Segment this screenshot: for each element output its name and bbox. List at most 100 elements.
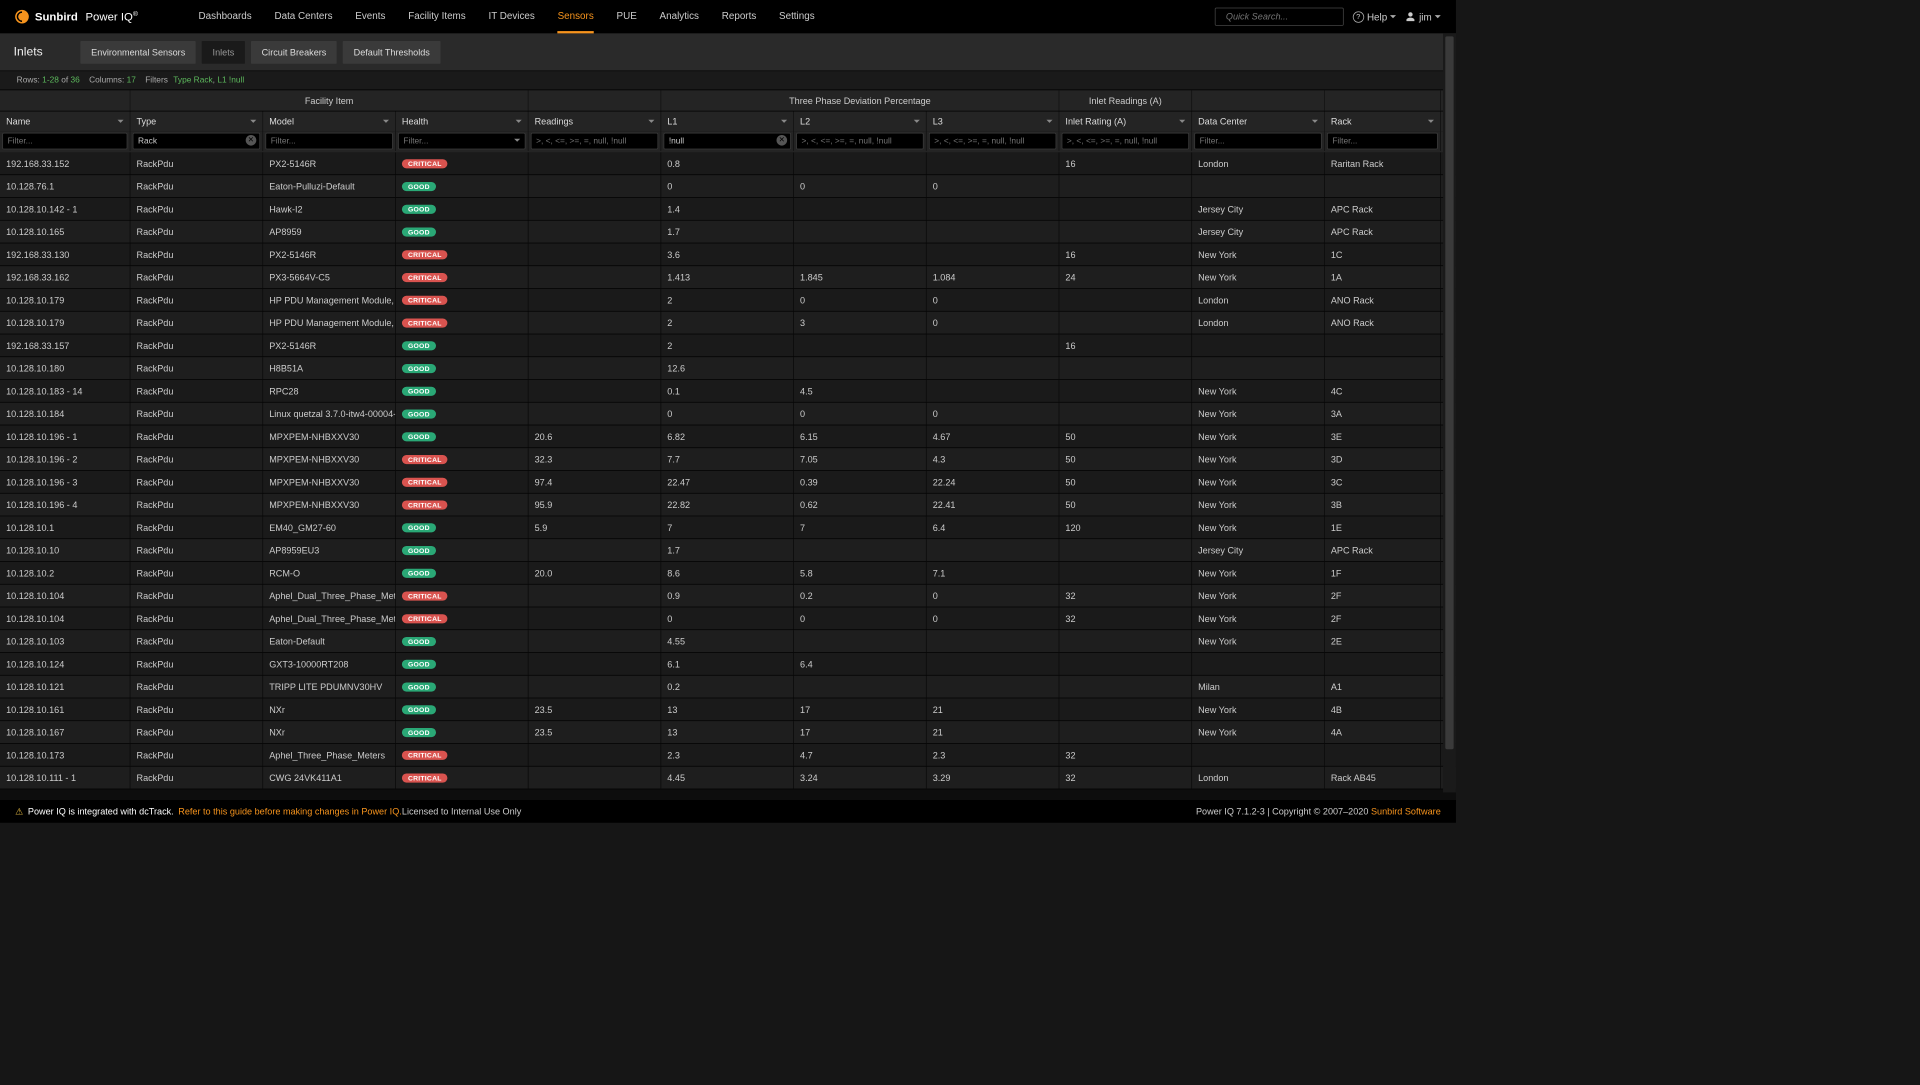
- table-row[interactable]: 10.128.10.173RackPduAphel_Three_Phase_Me…: [0, 744, 1456, 767]
- nav-pue[interactable]: PUE: [617, 0, 637, 33]
- cell-name[interactable]: 10.128.10.1: [0, 516, 130, 538]
- table-row[interactable]: 10.128.10.196 - 1RackPduMPXPEM-NHBXXV30G…: [0, 425, 1456, 448]
- cell-name[interactable]: 10.128.10.103: [0, 630, 130, 652]
- table-row[interactable]: 192.168.33.130RackPduPX2-5146RCRITICAL3.…: [0, 243, 1456, 266]
- filter-dc[interactable]: [1194, 133, 1321, 150]
- cell-name[interactable]: 10.128.10.161: [0, 698, 130, 720]
- cell-name[interactable]: 10.128.10.173: [0, 744, 130, 766]
- table-row[interactable]: 10.128.10.161RackPduNXrGOOD23.5131721New…: [0, 698, 1456, 721]
- table-row[interactable]: 10.128.10.196 - 2RackPduMPXPEM-NHBXXV30C…: [0, 448, 1456, 471]
- nav-sensors[interactable]: Sensors: [558, 0, 594, 33]
- col-l1[interactable]: L1: [661, 111, 794, 131]
- footer-guide-link[interactable]: Refer to this guide before making change…: [178, 806, 402, 817]
- tab-default-thresholds[interactable]: Default Thresholds: [343, 41, 440, 64]
- vertical-scrollbar[interactable]: [1443, 33, 1456, 792]
- table-row[interactable]: 10.128.10.111 - 1RackPduCWG 24VK411A1CRI…: [0, 767, 1456, 790]
- table-row[interactable]: 192.168.33.157RackPduPX2-5146RGOOD216: [0, 334, 1456, 357]
- cell-name[interactable]: 192.168.33.152: [0, 152, 130, 174]
- company-link[interactable]: Sunbird Software: [1371, 806, 1441, 817]
- col-data-center[interactable]: Data Center: [1192, 111, 1325, 131]
- table-row[interactable]: 10.128.10.183 - 14RackPduRPC28GOOD0.14.5…: [0, 380, 1456, 403]
- cell-name[interactable]: 10.128.10.167: [0, 721, 130, 743]
- filter-health[interactable]: [398, 133, 525, 150]
- filter-model[interactable]: [265, 133, 392, 150]
- cell-name[interactable]: 10.128.10.111 - 1: [0, 767, 130, 789]
- cell-name[interactable]: 10.128.10.196 - 4: [0, 494, 130, 516]
- table-row[interactable]: 10.128.10.179RackPduHP PDU Management Mo…: [0, 289, 1456, 312]
- filter-l1[interactable]: [664, 133, 791, 150]
- cell-name[interactable]: 10.128.10.165: [0, 221, 130, 243]
- filter-rating[interactable]: [1062, 133, 1189, 150]
- table-row[interactable]: 10.128.10.179RackPduHP PDU Management Mo…: [0, 312, 1456, 335]
- tab-environmental-sensors[interactable]: Environmental Sensors: [81, 41, 196, 64]
- col-health[interactable]: Health: [396, 111, 529, 131]
- table-row[interactable]: 10.128.10.104RackPduAphel_Dual_Three_Pha…: [0, 607, 1456, 630]
- table-row[interactable]: 10.128.10.2RackPduRCM-OGOOD20.08.65.87.1…: [0, 562, 1456, 585]
- nav-data-centers[interactable]: Data Centers: [274, 0, 332, 33]
- cell-name[interactable]: 192.168.33.162: [0, 266, 130, 288]
- cell-name[interactable]: 10.128.10.180: [0, 357, 130, 379]
- cell-name[interactable]: 10.128.10.10: [0, 539, 130, 561]
- col-l3[interactable]: L3: [927, 111, 1060, 131]
- table-row[interactable]: 10.128.10.10RackPduAP8959EU3GOOD1.7Jerse…: [0, 539, 1456, 562]
- cell-name[interactable]: 10.128.10.121: [0, 676, 130, 698]
- filter-l3[interactable]: [929, 133, 1056, 150]
- cell-name[interactable]: 10.128.10.179: [0, 289, 130, 311]
- table-row[interactable]: 192.168.33.152RackPduPX2-5146RCRITICAL0.…: [0, 152, 1456, 175]
- cell-name[interactable]: 10.128.10.196 - 1: [0, 425, 130, 447]
- table-row[interactable]: 10.128.10.196 - 3RackPduMPXPEM-NHBXXV30C…: [0, 471, 1456, 494]
- table-row[interactable]: 10.128.10.165RackPduAP8959GOOD1.7Jersey …: [0, 221, 1456, 244]
- col-l2[interactable]: L2: [794, 111, 927, 131]
- tab-circuit-breakers[interactable]: Circuit Breakers: [251, 41, 337, 64]
- col-name[interactable]: Name: [0, 111, 130, 131]
- filter-l2[interactable]: [796, 133, 923, 150]
- nav-it-devices[interactable]: IT Devices: [488, 0, 534, 33]
- cell-name[interactable]: 10.128.10.2: [0, 562, 130, 584]
- table-row[interactable]: 10.128.10.103RackPduEaton-DefaultGOOD4.5…: [0, 630, 1456, 653]
- cell-name[interactable]: 192.168.33.130: [0, 243, 130, 265]
- cell-name[interactable]: 10.128.10.196 - 2: [0, 448, 130, 470]
- cell-name[interactable]: 192.168.33.157: [0, 334, 130, 356]
- nav-analytics[interactable]: Analytics: [660, 0, 699, 33]
- user-menu[interactable]: jim: [1405, 11, 1440, 22]
- nav-dashboards[interactable]: Dashboards: [199, 0, 252, 33]
- nav-settings[interactable]: Settings: [779, 0, 815, 33]
- filter-name[interactable]: [2, 133, 127, 150]
- col-rack[interactable]: Rack: [1325, 111, 1441, 131]
- col-model[interactable]: Model: [263, 111, 396, 131]
- cell-name[interactable]: 10.128.10.104: [0, 607, 130, 629]
- nav-reports[interactable]: Reports: [722, 0, 757, 33]
- help-menu[interactable]: ? Help: [1353, 11, 1397, 22]
- cell-name[interactable]: 10.128.10.184: [0, 403, 130, 425]
- table-row[interactable]: 10.128.10.124RackPduGXT3-10000RT208GOOD6…: [0, 653, 1456, 676]
- col-inlet-rating-a-[interactable]: Inlet Rating (A): [1059, 111, 1192, 131]
- scrollbar-thumb[interactable]: [1445, 36, 1453, 749]
- filter-readings[interactable]: [531, 133, 658, 150]
- table-row[interactable]: 10.128.10.167RackPduNXrGOOD23.5131721New…: [0, 721, 1456, 744]
- table-row[interactable]: 10.128.10.196 - 4RackPduMPXPEM-NHBXXV30C…: [0, 494, 1456, 517]
- nav-events[interactable]: Events: [355, 0, 385, 33]
- cell-name[interactable]: 10.128.76.1: [0, 175, 130, 197]
- col-type[interactable]: Type: [130, 111, 263, 131]
- col-readings[interactable]: Readings: [529, 111, 662, 131]
- table-row[interactable]: 10.128.10.121RackPduTRIPP LITE PDUMNV30H…: [0, 676, 1456, 699]
- cell-name[interactable]: 10.128.10.142 - 1: [0, 198, 130, 220]
- search-input[interactable]: [1226, 11, 1345, 22]
- cell-name[interactable]: 10.128.10.196 - 3: [0, 471, 130, 493]
- table-row[interactable]: 10.128.10.184RackPduLinux quetzal 3.7.0-…: [0, 403, 1456, 426]
- table-row[interactable]: 10.128.10.1RackPduEM40_GM27-60GOOD5.9776…: [0, 516, 1456, 539]
- filter-rack[interactable]: [1327, 133, 1438, 150]
- table-row[interactable]: 10.128.10.142 - 1RackPduHawk-I2GOOD1.4Je…: [0, 198, 1456, 221]
- quick-search[interactable]: [1215, 8, 1344, 26]
- clear-icon[interactable]: ✕: [776, 135, 787, 146]
- cell-name[interactable]: 10.128.10.179: [0, 312, 130, 334]
- cell-name[interactable]: 10.128.10.183 - 14: [0, 380, 130, 402]
- tab-inlets[interactable]: Inlets: [202, 41, 245, 64]
- table-row[interactable]: 192.168.33.162RackPduPX3-5664V-C5CRITICA…: [0, 266, 1456, 289]
- cell-name[interactable]: 10.128.10.104: [0, 585, 130, 607]
- filter-type[interactable]: [133, 133, 260, 150]
- table-row[interactable]: 10.128.76.1RackPduEaton-Pulluzi-DefaultG…: [0, 175, 1456, 198]
- table-row[interactable]: 10.128.10.104RackPduAphel_Dual_Three_Pha…: [0, 585, 1456, 608]
- clear-icon[interactable]: ✕: [246, 135, 257, 146]
- nav-facility-items[interactable]: Facility Items: [408, 0, 466, 33]
